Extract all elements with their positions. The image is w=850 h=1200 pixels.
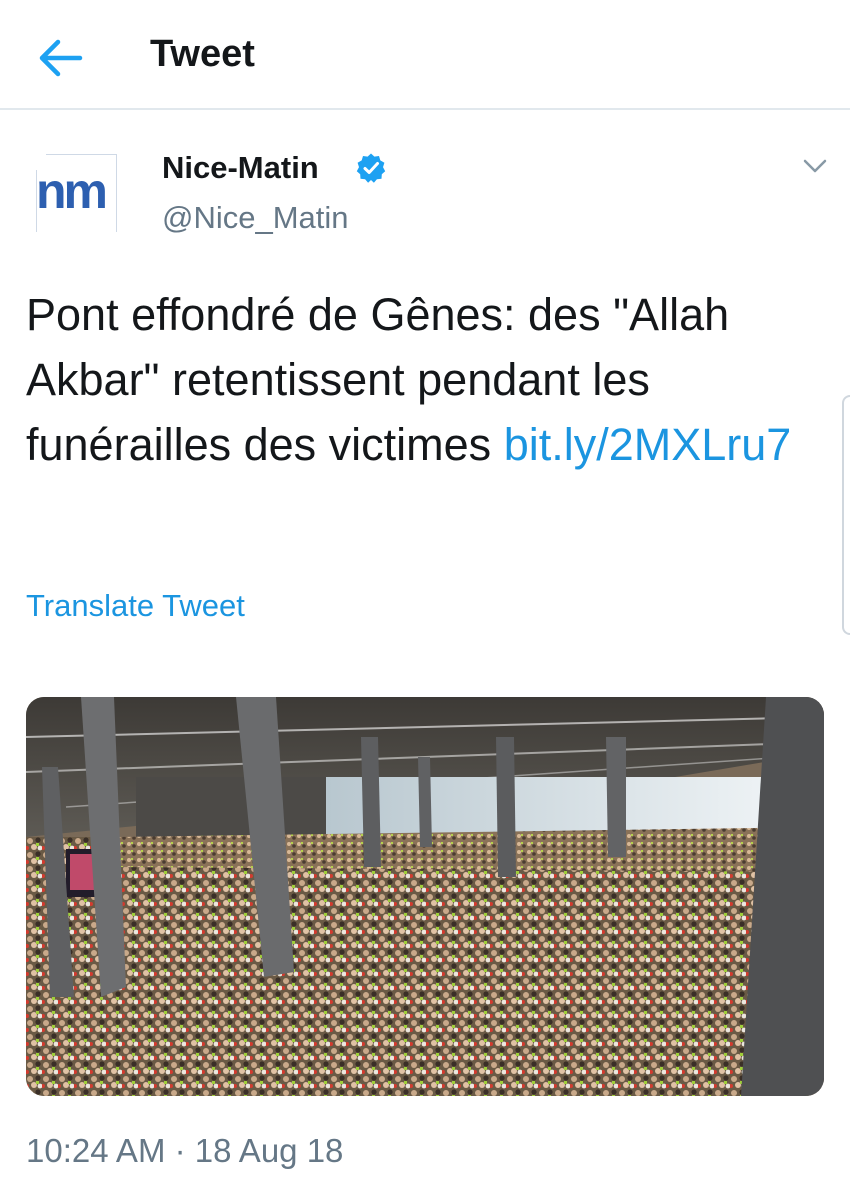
tweet-timestamp: 10:24 AM · 18 Aug 18: [26, 1132, 344, 1169]
display-name[interactable]: Nice-Matin: [162, 150, 319, 186]
arrow-left-icon: [39, 39, 83, 77]
user-handle[interactable]: @Nice_Matin: [162, 200, 349, 236]
logo-frame: [46, 154, 116, 155]
logo-frame: [116, 154, 117, 232]
crowd-photo: [26, 697, 824, 1096]
top-bar: Tweet: [0, 0, 850, 110]
avatar[interactable]: nm: [30, 148, 122, 240]
page-title: Tweet: [150, 33, 255, 75]
tweet-photo[interactable]: [26, 697, 824, 1096]
nice-matin-logo: nm: [36, 163, 108, 219]
chevron-down-icon[interactable]: [802, 156, 828, 176]
back-button[interactable]: [38, 38, 84, 78]
tweet-link[interactable]: bit.ly/2MXLru7: [504, 419, 792, 470]
scroll-indicator: [842, 395, 850, 635]
verified-badge-icon: [356, 153, 386, 183]
translate-tweet-link[interactable]: Translate Tweet: [26, 588, 245, 624]
tweet-text: Pont effondré de Gênes: des "Allah Akbar…: [26, 282, 826, 477]
